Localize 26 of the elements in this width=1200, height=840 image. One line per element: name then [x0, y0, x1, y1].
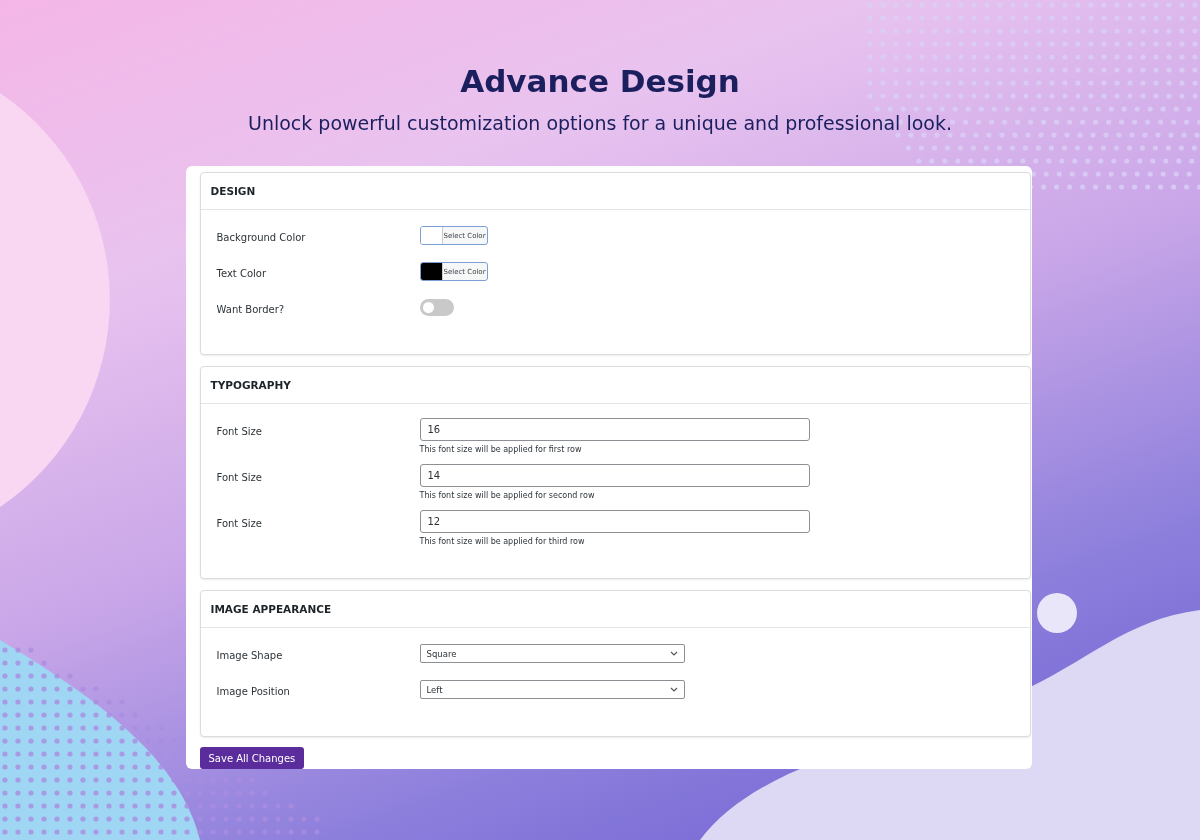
page-subtitle: Unlock powerful customization options for a unique and professional look.: [248, 112, 952, 134]
help-text: This font size will be applied for third row: [419, 537, 586, 546]
toggle-switch[interactable]: [419, 299, 454, 316]
help-text: This font size will be applied for first row: [419, 445, 583, 454]
field-label: Image Position: [216, 685, 291, 697]
page-title: Advance Design: [460, 63, 740, 99]
section-heading: IMAGE APPEARANCE: [200, 591, 1030, 628]
field-label: Background Color: [216, 231, 307, 243]
help-text: This font size will be applied for second row: [419, 491, 596, 500]
field-label: Text Color: [216, 267, 267, 279]
field-label: Image Shape: [216, 649, 284, 661]
field-label: Font Size: [216, 517, 263, 529]
dropdown[interactable]: Square: [419, 644, 685, 663]
field-label: Font Size: [216, 425, 263, 437]
save-button[interactable]: Save All Changes: [199, 747, 305, 769]
input-field[interactable]: 16: [419, 418, 810, 441]
input-field[interactable]: 12: [419, 510, 810, 533]
field-label: Want Border?: [216, 303, 286, 315]
circle-shape: [1037, 593, 1077, 633]
chevron-down-icon: [669, 651, 678, 656]
section-heading: DESIGN: [200, 173, 1030, 210]
field-label: Font Size: [216, 471, 263, 483]
input-field[interactable]: 14: [419, 464, 810, 487]
section-heading: TYPOGRAPHY: [200, 367, 1030, 404]
chevron-down-icon: [669, 687, 678, 692]
dropdown[interactable]: Left: [419, 680, 685, 699]
